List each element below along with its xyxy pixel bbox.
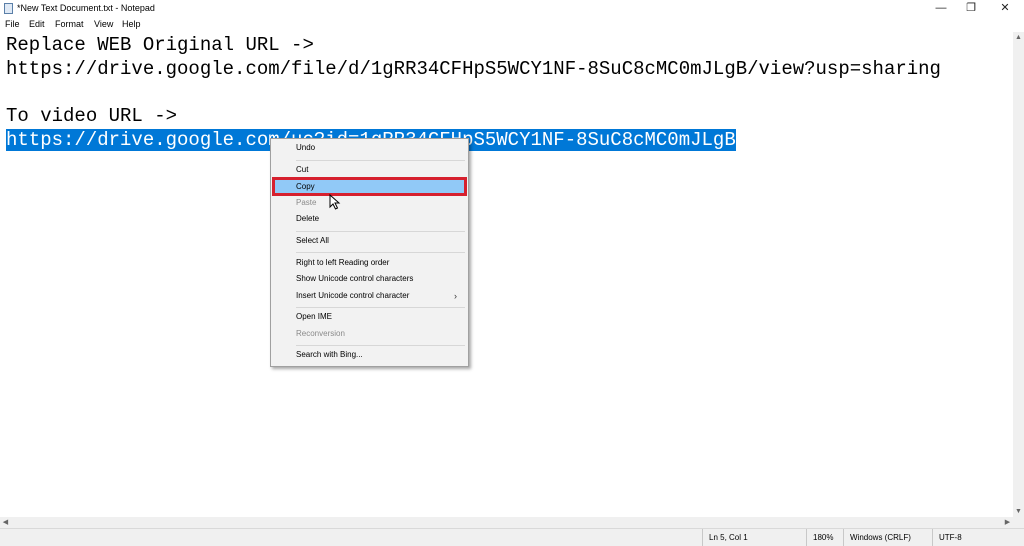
copy-highlight-box [272, 177, 467, 196]
context-menu: Undo Cut Copy Paste Delete Select All Ri… [270, 138, 469, 367]
context-menu-separator [296, 252, 465, 253]
context-menu-separator [296, 231, 465, 232]
scroll-left-icon[interactable]: ◀ [0, 517, 11, 528]
notepad-icon [4, 3, 13, 14]
context-menu-rtl-reading-order[interactable]: Right to left Reading order [274, 255, 465, 271]
context-menu-show-unicode[interactable]: Show Unicode control characters [274, 271, 465, 287]
context-menu-open-ime[interactable]: Open IME [274, 309, 465, 325]
window-title: *New Text Document.txt - Notepad [17, 3, 155, 13]
status-zoom: 180% [806, 529, 843, 546]
scroll-up-icon[interactable]: ▲ [1013, 32, 1024, 43]
chevron-right-icon: › [454, 291, 457, 301]
status-encoding: UTF-8 [932, 529, 1024, 546]
context-menu-paste: Paste [296, 198, 317, 207]
context-menu-select-all[interactable]: Select All [274, 233, 465, 249]
text-editor[interactable]: Replace WEB Original URL -> https://driv… [0, 32, 1013, 517]
context-menu-separator [296, 345, 465, 346]
menu-file[interactable]: File [5, 19, 20, 29]
editor-line-2: https://drive.google.com/file/d/1gRR34CF… [6, 58, 941, 80]
scrollbar-corner [1013, 517, 1024, 528]
menu-view[interactable]: View [94, 19, 113, 29]
context-menu-insert-unicode[interactable]: Insert Unicode control character › [274, 288, 465, 304]
status-position: Ln 5, Col 1 [702, 529, 806, 546]
menu-bar: File Edit Format View Help [0, 17, 1024, 32]
context-menu-separator [296, 307, 465, 308]
context-menu-search-bing[interactable]: Search with Bing... [274, 347, 465, 363]
status-line-ending: Windows (CRLF) [843, 529, 932, 546]
editor-line-1: Replace WEB Original URL -> [6, 34, 314, 56]
title-bar[interactable]: *New Text Document.txt - Notepad — ❐ ✕ [0, 0, 1024, 17]
menu-help[interactable]: Help [122, 19, 141, 29]
status-bar: Ln 5, Col 1 180% Windows (CRLF) UTF-8 [0, 528, 1024, 546]
close-button[interactable]: ✕ [990, 0, 1020, 17]
minimize-button[interactable]: — [926, 0, 956, 17]
menu-format[interactable]: Format [55, 19, 84, 29]
restore-button[interactable]: ❐ [956, 0, 986, 17]
context-menu-delete[interactable]: Delete [274, 211, 465, 227]
scroll-down-icon[interactable]: ▼ [1013, 506, 1024, 517]
vertical-scrollbar[interactable]: ▲ ▼ [1013, 32, 1024, 517]
context-menu-separator [296, 160, 465, 161]
menu-edit[interactable]: Edit [29, 19, 45, 29]
mouse-pointer-icon [329, 194, 341, 210]
scroll-right-icon[interactable]: ▶ [1002, 517, 1013, 528]
context-menu-undo[interactable]: Undo [274, 140, 465, 156]
context-menu-insert-unicode-label: Insert Unicode control character [296, 291, 410, 300]
horizontal-scrollbar[interactable]: ◀ ▶ [0, 517, 1013, 528]
context-menu-reconversion: Reconversion [296, 329, 345, 338]
context-menu-cut[interactable]: Cut [274, 162, 465, 178]
editor-line-4: To video URL -> [6, 105, 178, 127]
